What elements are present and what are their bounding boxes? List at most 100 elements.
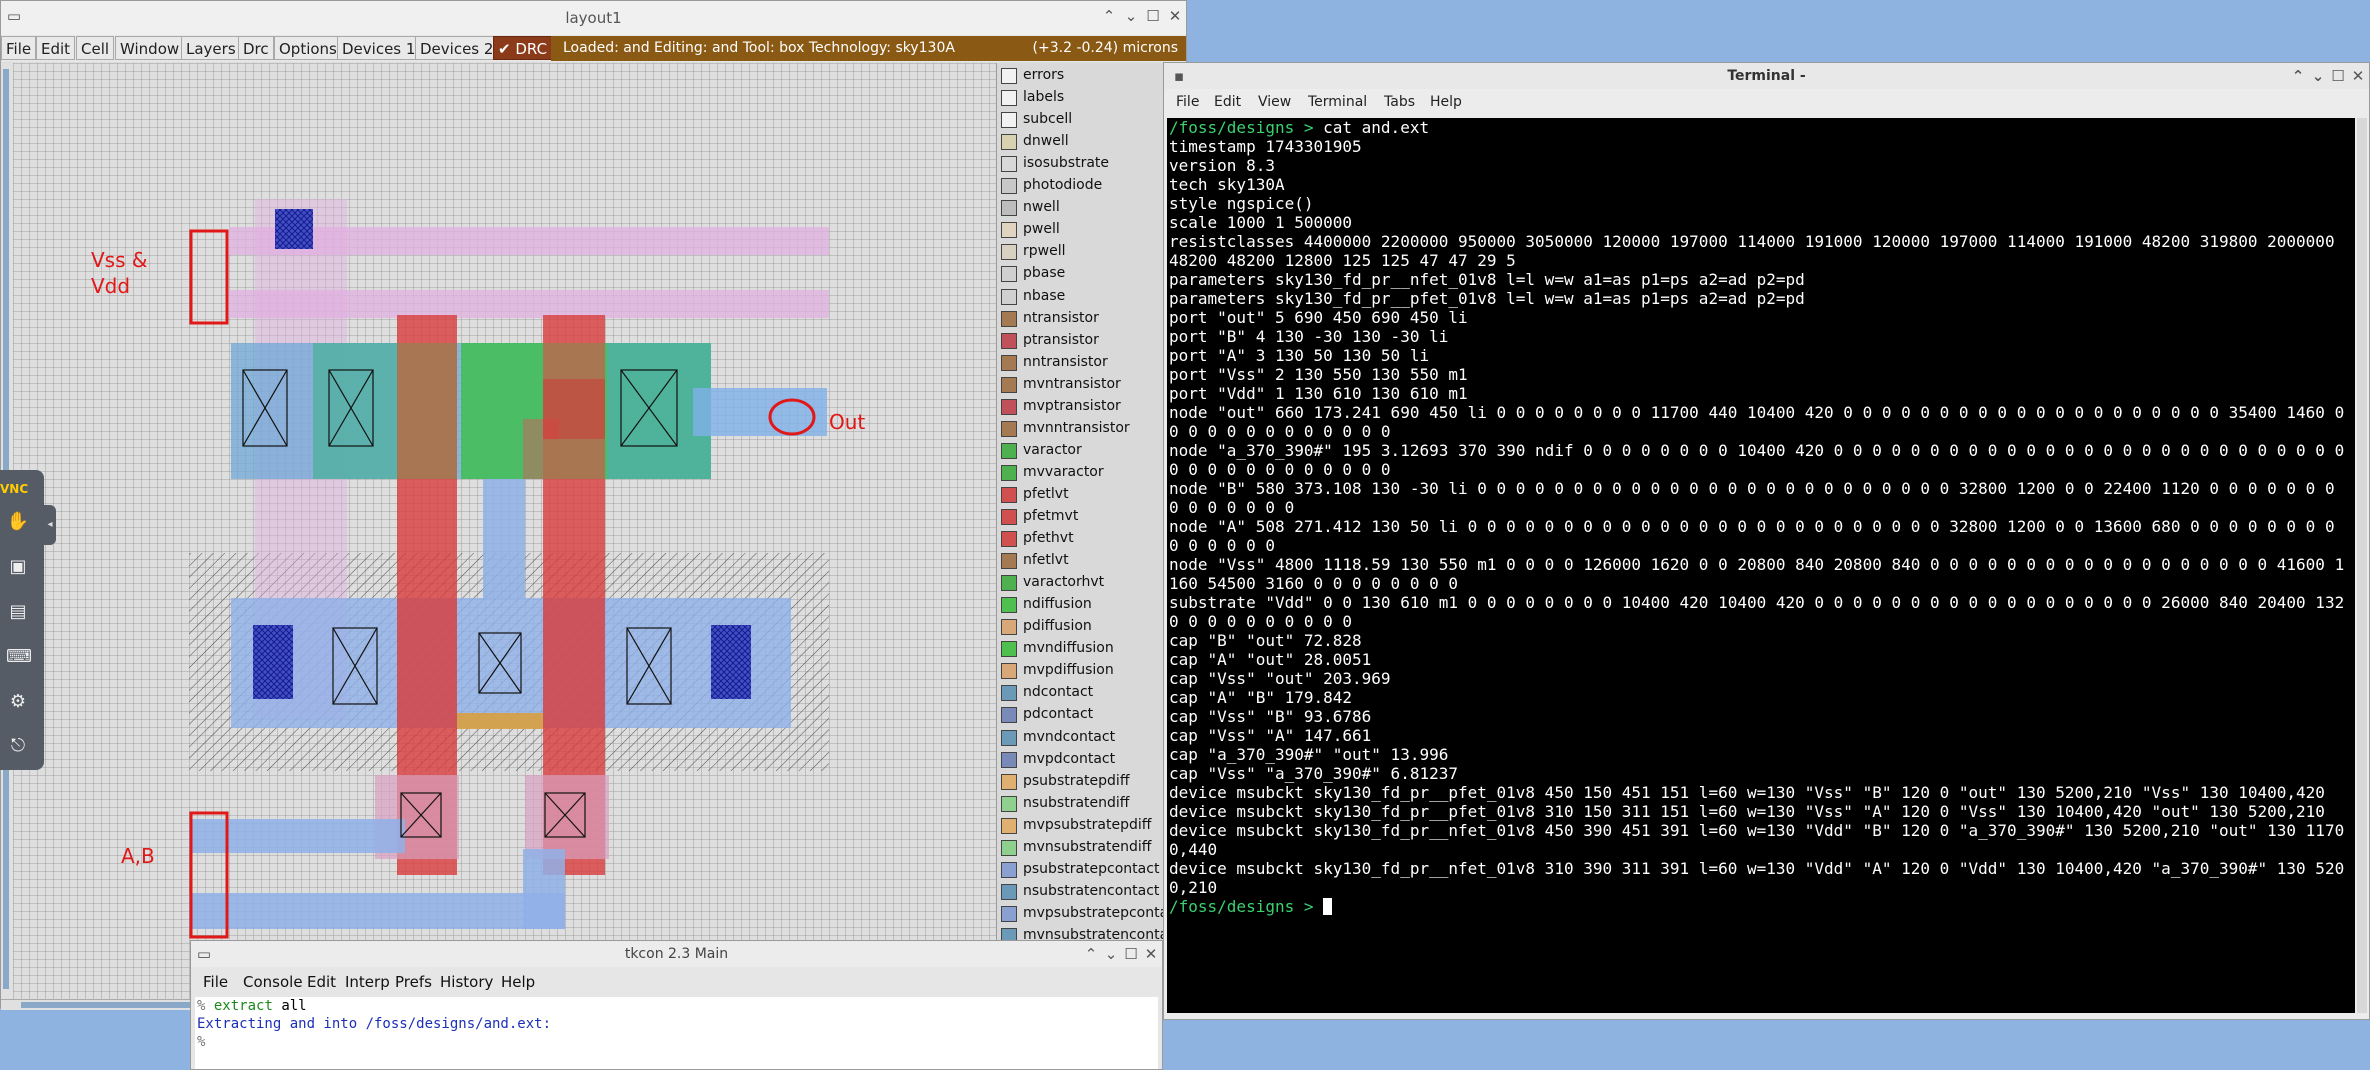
layer-item-labels[interactable]: labels	[997, 87, 1189, 109]
window-menu-icon[interactable]: ▭	[5, 7, 23, 25]
tkcon-title: tkcon 2.3 Main	[624, 946, 729, 962]
layer-item-varactorhvt[interactable]: varactorhvt	[997, 572, 1189, 594]
layer-item-mvptransistor[interactable]: mvptransistor	[997, 396, 1189, 418]
layer-swatch-icon	[1001, 442, 1017, 459]
layer-item-nbase[interactable]: nbase	[997, 286, 1189, 308]
layer-item-isosubstrate[interactable]: isosubstrate	[997, 153, 1189, 175]
maximize-icon[interactable]: ☐	[2329, 67, 2347, 85]
terminal-menu-tabs[interactable]: Tabs	[1384, 94, 1415, 110]
layer-item-pfetmvt[interactable]: pfetmvt	[997, 506, 1189, 528]
tkcon-menu-help[interactable]: Help	[501, 973, 535, 991]
menu-drc[interactable]: Drc	[238, 36, 274, 60]
layer-item-mvpdiffusion[interactable]: mvpdiffusion	[997, 660, 1189, 682]
layer-item-nfetlvt[interactable]: nfetlvt	[997, 550, 1189, 572]
layer-item-mvvaractor[interactable]: mvvaractor	[997, 462, 1189, 484]
layer-item-pfethvt[interactable]: pfethvt	[997, 528, 1189, 550]
layout-canvas[interactable]: Vss & Vdd Out A,B	[13, 63, 996, 999]
layer-label: ndcontact	[1023, 684, 1094, 701]
layer-item-mvndcontact[interactable]: mvndcontact	[997, 727, 1189, 749]
close-icon[interactable]: ✕	[1166, 7, 1184, 25]
layer-item-nwell[interactable]: nwell	[997, 197, 1189, 219]
layer-swatch-icon	[1001, 90, 1017, 107]
layer-item-pfetlvt[interactable]: pfetlvt	[997, 484, 1189, 506]
image-icon[interactable]: ▣	[6, 555, 30, 579]
gear-icon[interactable]: ⚙	[6, 690, 30, 714]
layer-item-mvnntransistor[interactable]: mvnntransistor	[997, 418, 1189, 440]
disconnect-icon[interactable]: ⎋	[6, 734, 30, 758]
keys-icon[interactable]: ⌨	[6, 645, 32, 669]
layer-swatch-icon	[1001, 795, 1017, 812]
collapse-icon[interactable]: ⌃	[1082, 945, 1100, 963]
vnc-handle[interactable]: ◂	[44, 505, 56, 545]
menu-options[interactable]: Options	[274, 36, 342, 60]
menu-cell[interactable]: Cell	[76, 36, 115, 60]
terminal-menu-terminal[interactable]: Terminal	[1308, 94, 1367, 110]
layer-item-mvndiffusion[interactable]: mvndiffusion	[997, 638, 1189, 660]
menu-devices-2[interactable]: Devices 2	[415, 36, 499, 60]
layer-item-pdiffusion[interactable]: pdiffusion	[997, 616, 1189, 638]
layer-item-mvpdcontact[interactable]: mvpdcontact	[997, 749, 1189, 771]
layer-item-pwell[interactable]: pwell	[997, 219, 1189, 241]
terminal-menu-edit[interactable]: Edit	[1214, 94, 1241, 110]
layer-item-mvpsubstratepdiff[interactable]: mvpsubstratepdiff	[997, 815, 1189, 837]
maximize-icon[interactable]: ☐	[1122, 945, 1140, 963]
terminal-output[interactable]: /foss/designs > cat and.ext timestamp 17…	[1167, 118, 2355, 1013]
layer-item-photodiode[interactable]: photodiode	[997, 175, 1189, 197]
layer-item-nsubstratendiff[interactable]: nsubstratendiff	[997, 793, 1189, 815]
terminal-menu-file[interactable]: File	[1176, 94, 1199, 110]
menu-window[interactable]: Window	[115, 36, 185, 60]
layer-item-ndcontact[interactable]: ndcontact	[997, 682, 1189, 704]
layer-item-subcell[interactable]: subcell	[997, 109, 1189, 131]
layer-item-mvntransistor[interactable]: mvntransistor	[997, 374, 1189, 396]
layer-label: nsubstratencontact	[1023, 882, 1160, 899]
hand-icon[interactable]: ✋	[6, 510, 30, 534]
layer-item-mvnsubstratendiff[interactable]: mvnsubstratendiff	[997, 837, 1189, 859]
layer-item-psubstratepcontact[interactable]: psubstratepcontact	[997, 859, 1189, 881]
tkcon-menu-history[interactable]: History	[440, 973, 493, 991]
tkcon-menu-file[interactable]: File	[203, 973, 228, 991]
clipboard-icon[interactable]: ▤	[6, 600, 30, 624]
close-icon[interactable]: ✕	[1142, 945, 1160, 963]
collapse-icon[interactable]: ⌃	[2289, 67, 2307, 85]
layer-item-dnwell[interactable]: dnwell	[997, 131, 1189, 153]
tkcon-menu-edit[interactable]: Edit	[307, 973, 336, 991]
layer-item-ptransistor[interactable]: ptransistor	[997, 330, 1189, 352]
layer-swatch-icon	[1001, 200, 1017, 217]
tkcon-menu-console[interactable]: Console	[243, 973, 303, 991]
layer-item-nsubstratencontact[interactable]: nsubstratencontact	[997, 881, 1189, 903]
layer-label: pfetlvt	[1023, 485, 1069, 502]
layer-item-errors[interactable]: errors	[997, 65, 1189, 87]
tkcon-prompt-next[interactable]: %	[197, 1033, 1158, 1051]
menu-devices-1[interactable]: Devices 1	[337, 36, 421, 60]
tkcon-menu-prefs[interactable]: Prefs	[395, 973, 432, 991]
terminal-scrollbar[interactable]	[2357, 118, 2367, 1013]
layer-item-ndiffusion[interactable]: ndiffusion	[997, 594, 1189, 616]
tkcon-menu-interp[interactable]: Interp	[345, 973, 390, 991]
layer-swatch-icon	[1001, 420, 1017, 437]
layer-item-nntransistor[interactable]: nntransistor	[997, 352, 1189, 374]
terminal-menu-view[interactable]: View	[1258, 94, 1291, 110]
tkcon-console[interactable]: % extract all Extracting and into /foss/…	[195, 997, 1158, 1069]
layer-item-pbase[interactable]: pbase	[997, 263, 1189, 285]
menu-file[interactable]: File	[1, 36, 37, 60]
menu-edit[interactable]: Edit	[36, 36, 76, 60]
layer-item-ntransistor[interactable]: ntransistor	[997, 308, 1189, 330]
close-icon[interactable]: ✕	[2349, 67, 2367, 85]
ptransistor-b-top	[543, 343, 605, 379]
layer-item-mvpsubstratepcontact[interactable]: mvpsubstratepcontact	[997, 903, 1189, 925]
layer-swatch-icon	[1001, 553, 1017, 570]
terminal-menu-help[interactable]: Help	[1430, 94, 1462, 110]
menu-layers[interactable]: Layers	[181, 36, 241, 60]
terminal-line: port "Vss" 2 130 550 130 550 m1	[1169, 365, 1468, 384]
minimize-icon[interactable]: ⌄	[1102, 945, 1120, 963]
layer-item-psubstratepdiff[interactable]: psubstratepdiff	[997, 771, 1189, 793]
layer-item-varactor[interactable]: varactor	[997, 440, 1189, 462]
minimize-icon[interactable]: ⌄	[1122, 7, 1140, 25]
drc-toggle[interactable]: ✔ DRC	[493, 36, 553, 60]
collapse-icon[interactable]: ⌃	[1100, 7, 1118, 25]
layer-item-rpwell[interactable]: rpwell	[997, 241, 1189, 263]
layer-item-pdcontact[interactable]: pdcontact	[997, 704, 1189, 726]
annotation-ab: A,B	[121, 844, 155, 868]
minimize-icon[interactable]: ⌄	[2309, 67, 2327, 85]
maximize-icon[interactable]: ☐	[1144, 7, 1162, 25]
